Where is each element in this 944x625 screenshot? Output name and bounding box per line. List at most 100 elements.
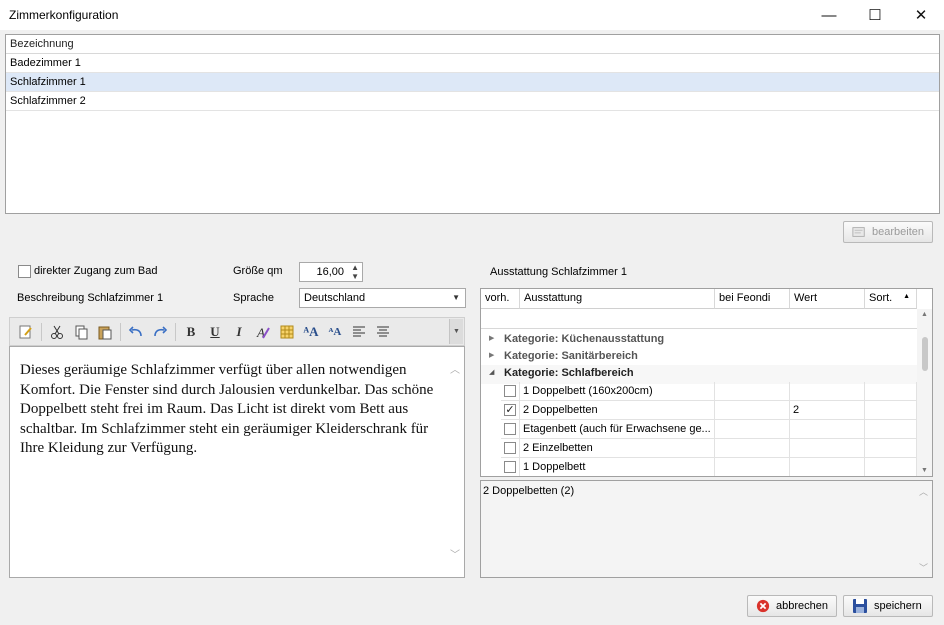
vorh-cell[interactable] (501, 458, 520, 476)
cancel-icon (756, 599, 770, 613)
column-header-wert[interactable]: Wert (790, 289, 865, 309)
ausstattung-cell[interactable]: 2 Doppelbetten (520, 401, 715, 420)
table-row[interactable]: 1 Doppelbett (481, 458, 917, 476)
wert-cell[interactable] (790, 382, 865, 401)
underline-icon: U (210, 323, 220, 339)
minimize-icon: — (821, 6, 837, 24)
title-bar: Zimmerkonfiguration — ☐ ✕ (0, 0, 944, 30)
equipment-grid[interactable]: vorh. Ausstattung bei Feondi Wert Sort. … (480, 288, 933, 477)
cancel-button[interactable]: abbrechen (747, 595, 837, 617)
save-button[interactable]: speichern (843, 595, 933, 617)
table-icon[interactable] (275, 321, 299, 343)
table-row[interactable]: Schlafzimmer 1 (6, 73, 939, 92)
checkbox-checked[interactable]: ✓ (504, 404, 516, 416)
scroll-thumb[interactable] (922, 337, 928, 371)
vorh-cell[interactable] (501, 439, 520, 458)
scroll-up-icon[interactable]: ▲ (921, 311, 928, 318)
table-row[interactable]: Schlafzimmer 2 (6, 92, 939, 111)
expand-icon[interactable]: ▶ (489, 351, 494, 359)
ausstattung-cell[interactable]: Etagenbett (auch für Erwachsene ge... (520, 420, 715, 439)
redo-icon[interactable] (148, 321, 172, 343)
column-header-ausstattung[interactable]: Ausstattung (520, 289, 715, 309)
checkbox[interactable] (504, 442, 516, 454)
wert-cell[interactable] (790, 420, 865, 439)
checkbox[interactable] (504, 385, 516, 397)
table-row[interactable]: Badezimmer 1 (6, 54, 939, 73)
filter-row[interactable] (481, 309, 917, 329)
wert-cell[interactable] (790, 458, 865, 476)
undo-icon[interactable] (124, 321, 148, 343)
wert-cell[interactable] (790, 439, 865, 458)
equipment-title: Ausstattung Schlafzimmer 1 (490, 266, 627, 278)
column-header-vorh[interactable]: vorh. (481, 289, 520, 309)
table-row[interactable]: 2 Einzelbetten (481, 439, 917, 458)
column-header-bei-feondi[interactable]: bei Feondi (715, 289, 790, 309)
ausstattung-cell[interactable]: 1 Doppelbett (520, 458, 715, 476)
sort-cell[interactable] (865, 401, 917, 420)
table-row[interactable]: Etagenbett (auch für Erwachsene ge... (481, 420, 917, 439)
close-button[interactable]: ✕ (898, 0, 944, 30)
copy-icon[interactable] (69, 321, 93, 343)
editor-toolbar: B U I A ᴬA ᴬA ▼ (9, 317, 465, 346)
spellcheck-icon[interactable] (14, 321, 38, 343)
save-button-label: speichern (874, 600, 922, 612)
summary-text: 2 Doppelbetten (2) (483, 485, 575, 497)
description-label: Beschreibung Schlafzimmer 1 (17, 292, 164, 304)
scroll-down-icon[interactable]: ﹀ (919, 561, 928, 574)
room-list-grid[interactable]: Bezeichnung Badezimmer 1 Schlafzimmer 1 … (5, 34, 940, 214)
expand-icon[interactable]: ▶ (489, 334, 494, 342)
edit-button[interactable]: bearbeiten (843, 221, 933, 243)
column-header-bezeichnung[interactable]: Bezeichnung (6, 35, 939, 54)
ausstattung-cell[interactable]: 2 Einzelbetten (520, 439, 715, 458)
description-editor[interactable]: Dieses geräumige Schlafzimmer verfügt üb… (9, 346, 465, 578)
cut-icon[interactable] (45, 321, 69, 343)
size-spinner[interactable]: 16,00 ▲ ▼ (299, 262, 363, 282)
vertical-scrollbar[interactable]: ▲ ▼ (917, 309, 932, 476)
wert-cell[interactable]: 2 (790, 401, 865, 420)
sort-cell[interactable] (865, 420, 917, 439)
bold-button[interactable]: B (179, 321, 203, 343)
scroll-up-icon[interactable]: ︿ (450, 361, 460, 381)
bei-feondi-cell[interactable] (715, 401, 790, 420)
shrink-font-button[interactable]: ᴬA (323, 321, 347, 343)
column-header-sort[interactable]: Sort. ▲ (865, 289, 917, 309)
maximize-button[interactable]: ☐ (852, 0, 898, 30)
language-value: Deutschland (304, 292, 366, 304)
bei-feondi-cell[interactable] (715, 439, 790, 458)
paste-icon[interactable] (93, 321, 117, 343)
column-header-sort-label: Sort. (869, 292, 893, 304)
underline-button[interactable]: U (203, 321, 227, 343)
vorh-cell[interactable] (501, 382, 520, 401)
vorh-cell[interactable] (501, 420, 520, 439)
scroll-down-icon[interactable]: ▼ (921, 467, 928, 474)
toolbar-overflow-icon[interactable]: ▼ (449, 319, 463, 344)
save-icon (853, 599, 867, 613)
sort-cell[interactable] (865, 458, 917, 476)
spin-down-icon[interactable]: ▼ (351, 272, 359, 281)
align-left-icon[interactable] (347, 321, 371, 343)
bei-feondi-cell[interactable] (715, 382, 790, 401)
language-select[interactable]: Deutschland ▼ (299, 288, 466, 308)
toolbar-divider (41, 322, 42, 341)
minimize-button[interactable]: — (806, 0, 852, 30)
bei-feondi-cell[interactable] (715, 420, 790, 439)
grow-font-button[interactable]: ᴬA (299, 321, 323, 343)
table-row[interactable]: ✓ 2 Doppelbetten 2 (481, 401, 917, 420)
spin-up-icon[interactable]: ▲ (351, 263, 359, 272)
sort-cell[interactable] (865, 439, 917, 458)
bei-feondi-cell[interactable] (715, 458, 790, 476)
font-color-icon[interactable]: A (251, 321, 275, 343)
checkbox[interactable] (504, 461, 516, 473)
sort-cell[interactable] (865, 382, 917, 401)
table-row[interactable]: 1 Doppelbett (160x200cm) (481, 382, 917, 401)
checkbox[interactable] (504, 423, 516, 435)
direct-bath-checkbox[interactable] (18, 265, 31, 278)
scroll-down-icon[interactable]: ﹀ (450, 546, 460, 566)
italic-button[interactable]: I (227, 321, 251, 343)
window-title: Zimmerkonfiguration (9, 8, 119, 22)
vorh-cell[interactable]: ✓ (501, 401, 520, 420)
ausstattung-cell[interactable]: 1 Doppelbett (160x200cm) (520, 382, 715, 401)
collapse-icon[interactable]: ◢ (489, 368, 494, 376)
scroll-up-icon[interactable]: ︿ (919, 485, 928, 498)
align-center-icon[interactable] (371, 321, 395, 343)
